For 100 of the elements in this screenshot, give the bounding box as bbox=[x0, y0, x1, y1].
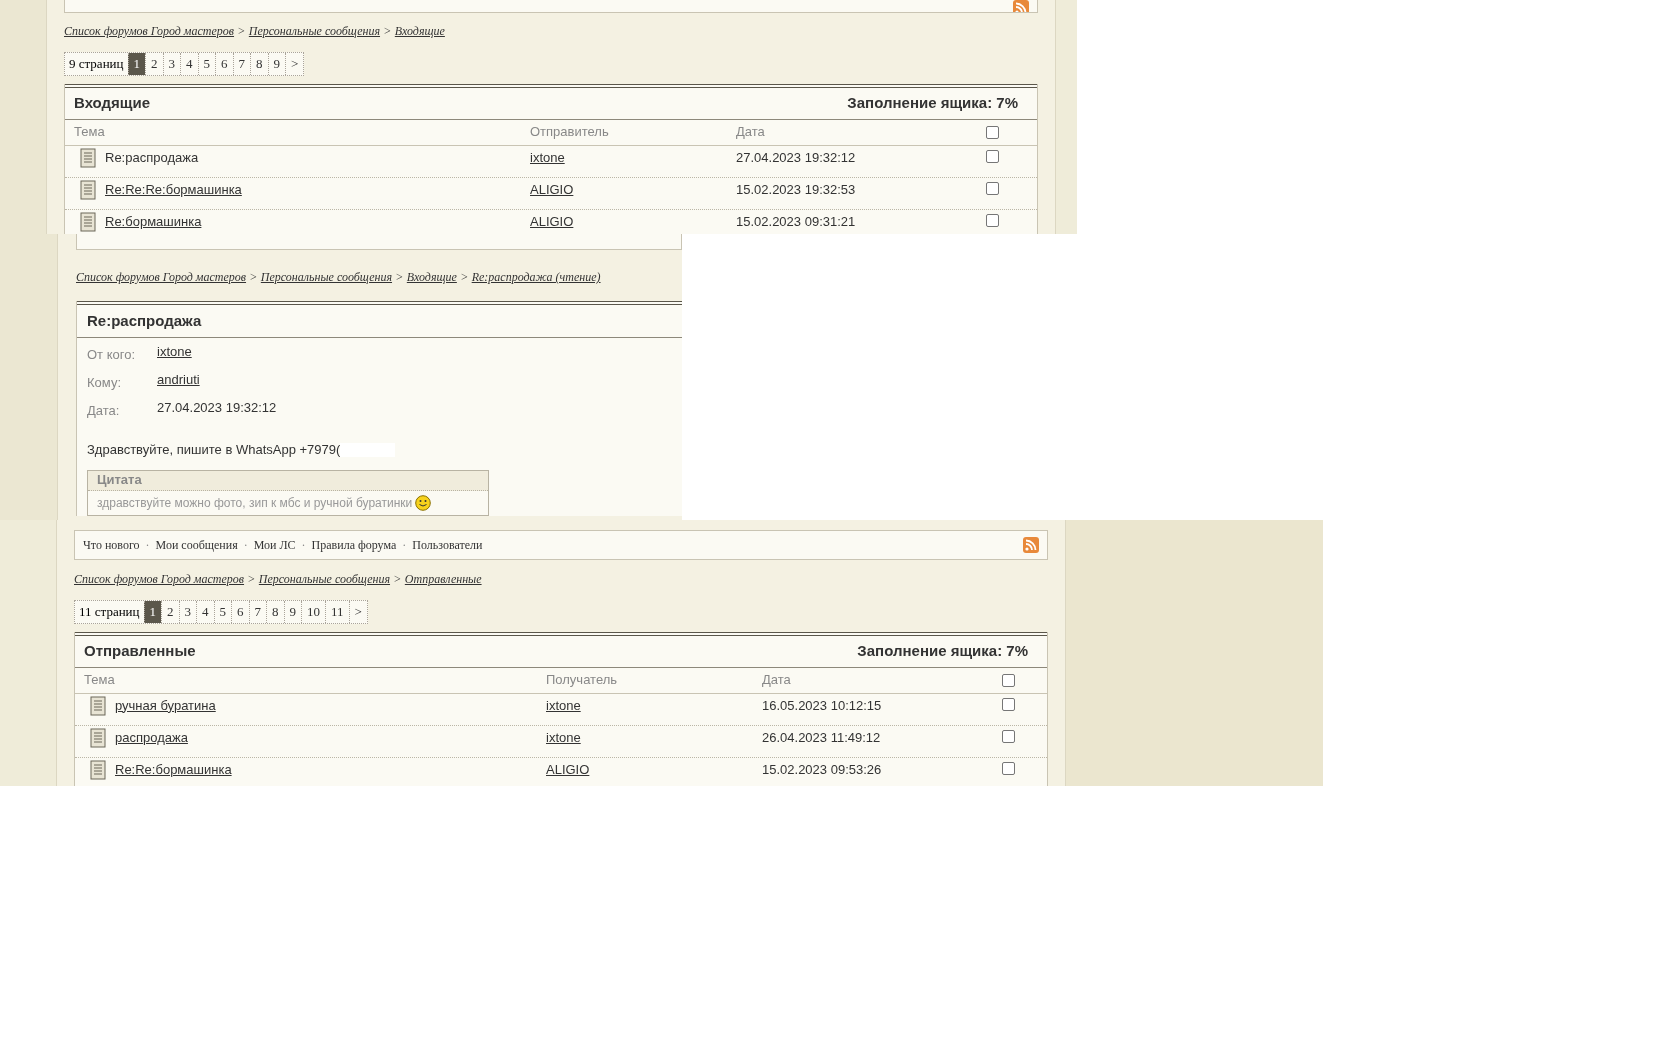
page-link[interactable]: 6 bbox=[215, 53, 233, 75]
page-link[interactable]: 5 bbox=[197, 53, 215, 75]
checkbox[interactable] bbox=[986, 125, 999, 139]
mailbox-fill: Заполнение ящика: 7% bbox=[857, 641, 1029, 662]
message-subject[interactable]: Re:Re:бормашинка bbox=[115, 759, 232, 779]
checkbox[interactable] bbox=[1002, 761, 1015, 775]
document-icon bbox=[80, 147, 96, 168]
message-subject[interactable]: Re:бормашинка bbox=[105, 211, 202, 231]
menu-separator: · bbox=[145, 537, 150, 554]
quote-text: здравствуйте можно фото, зип к мбс и ручной буратинки bbox=[97, 494, 413, 512]
page-link[interactable]: 2 bbox=[145, 53, 163, 75]
menu-link[interactable]: Правила форума bbox=[311, 536, 397, 554]
message-title: Re:распродажа bbox=[87, 311, 202, 332]
breadcrumb-separator: > bbox=[394, 571, 401, 588]
breadcrumb-link[interactable]: Re:распродажа (чтение) bbox=[471, 268, 601, 286]
column-header: Получатель bbox=[546, 671, 619, 690]
message-subject[interactable]: Re:Re:Re:бормашинка bbox=[105, 179, 242, 199]
menu-link[interactable]: Мои сообщения bbox=[155, 536, 238, 554]
breadcrumb-link[interactable]: Персональные сообщения bbox=[258, 570, 391, 588]
page-link[interactable]: 5 bbox=[213, 601, 232, 623]
message-date: 15.02.2023 09:31:21 bbox=[736, 212, 857, 231]
breadcrumb-separator: > bbox=[238, 23, 245, 40]
page-link[interactable]: 3 bbox=[162, 53, 180, 75]
page-link[interactable]: 3 bbox=[178, 601, 197, 623]
breadcrumb-link[interactable]: Список форумов Город мастеров bbox=[64, 22, 235, 40]
page-link[interactable]: 2 bbox=[161, 601, 179, 623]
breadcrumb-link[interactable]: Входящие bbox=[394, 22, 445, 40]
folder-title: Отправленные bbox=[84, 641, 196, 662]
page-link[interactable]: 4 bbox=[196, 601, 214, 623]
checkbox[interactable] bbox=[1002, 673, 1015, 687]
message-subject[interactable]: распродажа bbox=[115, 727, 188, 747]
column-header: Тема bbox=[84, 671, 116, 690]
menu-link[interactable]: Пользователи bbox=[412, 536, 483, 554]
breadcrumb-separator: > bbox=[250, 269, 257, 286]
column-header: Дата bbox=[736, 123, 766, 142]
page-link[interactable]: 4 bbox=[180, 53, 198, 75]
page-link[interactable]: 6 bbox=[231, 601, 249, 623]
user-link[interactable]: ixtone bbox=[546, 729, 581, 745]
field-label: Дата: bbox=[87, 402, 121, 420]
page-link[interactable]: 10 bbox=[301, 601, 326, 623]
checkbox[interactable] bbox=[1002, 697, 1015, 711]
document-icon bbox=[80, 179, 96, 200]
rss-icon[interactable] bbox=[1023, 537, 1039, 553]
breadcrumb-separator: > bbox=[460, 269, 468, 286]
field-label: Кому: bbox=[87, 374, 122, 392]
page-count: 9 страниц bbox=[68, 55, 125, 73]
field-value[interactable]: andriuti bbox=[157, 370, 200, 390]
checkbox[interactable] bbox=[986, 213, 999, 227]
message-subject[interactable]: Re:распродажа bbox=[105, 147, 199, 167]
page-link[interactable]: 7 bbox=[232, 53, 250, 75]
page-link[interactable]: 1 bbox=[127, 53, 145, 75]
mailbox-fill: Заполнение ящика: 7% bbox=[847, 93, 1019, 114]
checkbox[interactable] bbox=[986, 181, 999, 195]
document-icon bbox=[90, 695, 106, 716]
checkbox[interactable] bbox=[986, 149, 999, 163]
breadcrumb-link[interactable]: Список форумов Город мастеров bbox=[76, 268, 247, 286]
message-subject[interactable]: ручная буратина bbox=[115, 695, 216, 715]
menu-link[interactable]: Мои ЛС bbox=[253, 536, 296, 554]
field-value: 27.04.2023 19:32:12 bbox=[157, 399, 277, 417]
menu-separator: · bbox=[402, 537, 407, 554]
field-label: От кого: bbox=[87, 346, 137, 364]
page-link[interactable]: 8 bbox=[250, 53, 268, 75]
page-link[interactable]: > bbox=[348, 601, 367, 623]
page-count: 11 страниц bbox=[78, 603, 141, 621]
user-link[interactable]: ixtone bbox=[530, 149, 565, 165]
user-link[interactable]: ALIGIO bbox=[530, 181, 574, 197]
message-date: 16.05.2023 10:12:15 bbox=[762, 696, 883, 715]
menu-link[interactable]: Что нового bbox=[83, 536, 140, 554]
page-link[interactable]: 9 bbox=[283, 601, 302, 623]
breadcrumb-link[interactable]: Список форумов Город мастеров bbox=[74, 570, 245, 588]
message-date: 27.04.2023 19:32:12 bbox=[736, 148, 857, 167]
user-link[interactable]: ALIGIO bbox=[546, 761, 590, 777]
rss-icon[interactable] bbox=[1013, 0, 1029, 12]
breadcrumb-separator: > bbox=[396, 269, 403, 286]
field-value[interactable]: ixtone bbox=[157, 342, 192, 362]
breadcrumb-separator: > bbox=[248, 571, 255, 588]
user-link[interactable]: ALIGIO bbox=[530, 213, 574, 229]
breadcrumb-link[interactable]: Персональные сообщения bbox=[260, 268, 393, 286]
message-date: 15.02.2023 09:53:26 bbox=[762, 760, 883, 779]
page-link[interactable]: > bbox=[285, 53, 304, 75]
breadcrumb-link[interactable]: Отправленные bbox=[404, 570, 482, 588]
breadcrumb-link[interactable]: Входящие bbox=[406, 268, 457, 286]
menu-separator: · bbox=[301, 537, 306, 554]
checkbox[interactable] bbox=[1002, 729, 1015, 743]
page-link[interactable]: 8 bbox=[266, 601, 284, 623]
column-header: Дата bbox=[762, 671, 792, 690]
page-link[interactable]: 11 bbox=[325, 601, 349, 623]
document-icon bbox=[90, 727, 106, 748]
page-link[interactable]: 7 bbox=[248, 601, 267, 623]
column-header: Отправитель bbox=[530, 123, 610, 142]
column-header: Тема bbox=[74, 123, 106, 142]
message-date: 15.02.2023 19:32:53 bbox=[736, 180, 857, 199]
page-link[interactable]: 9 bbox=[267, 53, 285, 75]
page-link[interactable]: 1 bbox=[143, 601, 162, 623]
breadcrumb-link[interactable]: Персональные сообщения bbox=[248, 22, 381, 40]
message-date: 26.04.2023 11:49:12 bbox=[762, 728, 882, 747]
document-icon bbox=[80, 211, 96, 232]
document-icon bbox=[90, 759, 106, 780]
message-body: Здравствуйте, пишите в WhatsApp +7979( bbox=[87, 441, 341, 459]
user-link[interactable]: ixtone bbox=[546, 697, 581, 713]
